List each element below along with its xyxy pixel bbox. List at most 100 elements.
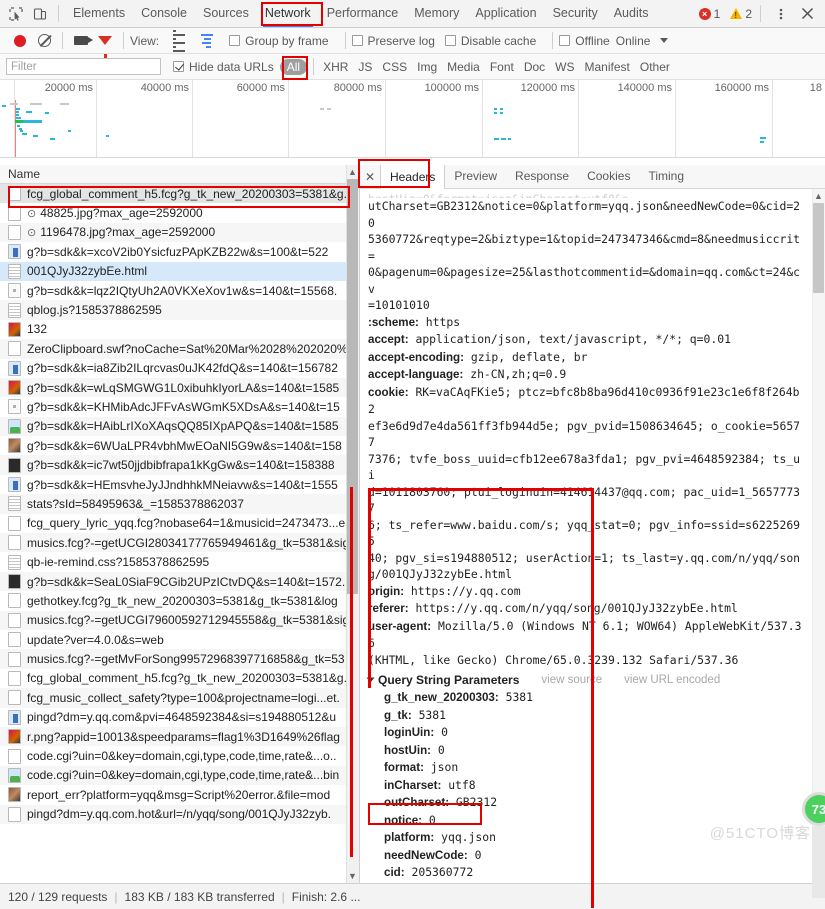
- group-by-frame-checkbox[interactable]: Group by frame: [229, 34, 338, 48]
- request-row[interactable]: g?b=sdk&k=SeaL0SiaF9CGib2UPzICtvDQ&s=140…: [0, 571, 359, 592]
- request-row[interactable]: musics.fcg?-=getUCGI79600592712945558&g_…: [0, 610, 359, 630]
- request-row[interactable]: g?b=sdk&k=lqz2IQtyUh2A0VKXeXov1w&s=140&t…: [0, 281, 359, 300]
- filter-type-js[interactable]: JS: [353, 60, 377, 74]
- filter-type-doc[interactable]: Doc: [519, 60, 550, 74]
- tab-sources[interactable]: Sources: [195, 0, 257, 27]
- tab-console[interactable]: Console: [133, 0, 195, 27]
- query-param-name: outCharset:: [384, 796, 450, 809]
- request-row[interactable]: r.png?appid=10013&speedparams=flag1%3D16…: [0, 726, 359, 747]
- request-list-scrollbar[interactable]: ▲ ▼: [346, 165, 359, 883]
- clear-button[interactable]: [32, 29, 56, 53]
- request-row[interactable]: g?b=sdk&k=HEmsvheJyJJndhhkMNeiavw&s=140&…: [0, 475, 359, 494]
- request-row[interactable]: fcg_global_comment_h5.fcg?g_tk_new_20200…: [0, 669, 359, 688]
- request-row[interactable]: code.cgi?uin=0&key=domain,cgi,type,code,…: [0, 765, 359, 786]
- chevron-down-icon[interactable]: [660, 38, 669, 43]
- request-row[interactable]: stats?sId=58495963&_=1585378862037: [0, 494, 359, 514]
- request-row[interactable]: ZeroClipboard.swf?noCache=Sat%20Mar%2028…: [0, 339, 359, 359]
- request-row[interactable]: g?b=sdk&k=xcoV2ib0YsicfuzPApKZB22w&s=100…: [0, 242, 359, 261]
- request-row[interactable]: fcg_music_collect_safety?type=100&projec…: [0, 688, 359, 708]
- filter-type-other[interactable]: Other: [635, 60, 675, 74]
- request-row[interactable]: pingd?dm=y.qq.com&pvi=4648592384&si=s194…: [0, 708, 359, 727]
- image-icon: [8, 418, 21, 434]
- tab-application[interactable]: Application: [467, 0, 544, 27]
- request-row[interactable]: g?b=sdk&k=KHMibAdcJFFvAsWGmK5XDsA&s=140&…: [0, 397, 359, 416]
- request-row[interactable]: pingd?dm=y.qq.com.hot&url=/n/yqq/song/00…: [0, 804, 359, 824]
- detail-tab-cookies[interactable]: Cookies: [578, 165, 639, 188]
- divider: [62, 32, 63, 49]
- request-row[interactable]: ⊙ 48825.jpg?max_age=2592000: [0, 203, 359, 222]
- scroll-up-arrow[interactable]: ▲: [347, 166, 358, 178]
- request-row[interactable]: update?ver=4.0.0&s=web: [0, 630, 359, 649]
- column-header-name[interactable]: Name: [0, 165, 359, 184]
- request-row[interactable]: code.cgi?uin=0&key=domain,cgi,type,code,…: [0, 746, 359, 765]
- tab-memory[interactable]: Memory: [406, 0, 467, 27]
- hide-data-urls-checkbox[interactable]: Hide data URLs: [173, 60, 278, 74]
- request-row[interactable]: g?b=sdk&k=ia8Zib2ILqrcvas0uJK42fdQ&s=140…: [0, 359, 359, 378]
- filter-type-manifest[interactable]: Manifest: [580, 60, 635, 74]
- overview-tick-3: 60000 ms: [237, 80, 289, 157]
- detail-scrollbar[interactable]: ▲ ▼: [812, 189, 825, 883]
- request-row[interactable]: g?b=sdk&k=HAibLrIXoXAqsQQ85IXpAPQ&s=140&…: [0, 416, 359, 437]
- scroll-up-arrow[interactable]: ▲: [813, 190, 824, 202]
- detail-tab-response[interactable]: Response: [506, 165, 578, 188]
- detail-tab-timing[interactable]: Timing: [639, 165, 693, 188]
- inspect-element-icon[interactable]: [4, 2, 28, 26]
- filter-input[interactable]: [6, 58, 161, 75]
- list-view-icon[interactable]: [167, 29, 191, 53]
- filter-type-font[interactable]: Font: [485, 60, 519, 74]
- request-row[interactable]: musics.fcg?-=getMvForSong995729683977168…: [0, 649, 359, 669]
- offline-checkbox[interactable]: Offline: [559, 34, 615, 48]
- request-name: qblog.js?1585378862595: [27, 303, 162, 318]
- request-row[interactable]: 132: [0, 320, 359, 339]
- filter-type-xhr[interactable]: XHR: [318, 60, 353, 74]
- view-url-encoded-link[interactable]: view URL encoded: [624, 674, 720, 686]
- tab-elements[interactable]: Elements: [65, 0, 133, 27]
- filter-type-all[interactable]: All: [279, 58, 308, 75]
- preserve-log-checkbox[interactable]: Preserve log: [351, 34, 445, 48]
- request-row[interactable]: fcg_global_comment_h5.fcg?g_tk_new_20200…: [0, 184, 359, 204]
- filter-type-ws[interactable]: WS: [550, 60, 579, 74]
- headers-body[interactable]: hostUin=0&format=json&inCharset=utf8&o u…: [360, 189, 825, 883]
- network-overview[interactable]: 20000 ms 40000 ms 60000 ms 80000 ms 1000…: [0, 80, 825, 158]
- detail-tab-headers[interactable]: Headers: [380, 164, 446, 189]
- request-row[interactable]: qb-ie-remind.css?1585378862595: [0, 552, 359, 571]
- close-detail-icon[interactable]: ✕: [360, 170, 380, 184]
- query-string-parameters-section[interactable]: Query String Parameters view source view…: [366, 673, 825, 687]
- close-icon[interactable]: [795, 2, 819, 26]
- request-row[interactable]: gethotkey.fcg?g_tk_new_20200303=5381&g_t…: [0, 591, 359, 610]
- filter-type-css[interactable]: CSS: [377, 60, 412, 74]
- view-source-link[interactable]: view source: [541, 674, 602, 686]
- request-row[interactable]: g?b=sdk&k=ic7wt50jjdbibfrapa1kKgGw&s=140…: [0, 455, 359, 475]
- request-row[interactable]: g?b=sdk&k=wLqSMGWG1L0xibuhkIyorLA&s=140&…: [0, 377, 359, 398]
- scroll-down-arrow[interactable]: ▼: [347, 870, 358, 882]
- device-toolbar-icon[interactable]: [28, 2, 52, 26]
- waterfall-view-icon[interactable]: [195, 29, 219, 53]
- request-row[interactable]: fcg_query_lyric_yqq.fcg?nobase64=1&music…: [0, 514, 359, 533]
- disable-cache-checkbox[interactable]: Disable cache: [444, 34, 546, 48]
- error-count[interactable]: × 1: [698, 7, 720, 21]
- tab-performance[interactable]: Performance: [319, 0, 407, 27]
- request-rows[interactable]: fcg_global_comment_h5.fcg?g_tk_new_20200…: [0, 184, 359, 883]
- filter-type-img[interactable]: Img: [412, 60, 442, 74]
- request-row[interactable]: report_err?platform=yqq&msg=Script%20err…: [0, 785, 359, 804]
- scrollbar-thumb[interactable]: [813, 203, 824, 293]
- filter-type-media[interactable]: Media: [442, 60, 485, 74]
- filter-icon[interactable]: [93, 29, 117, 58]
- request-row[interactable]: qblog.js?1585378862595: [0, 300, 359, 320]
- scrollbar-thumb[interactable]: [347, 179, 358, 594]
- request-row[interactable]: g?b=sdk&k=6WUaLPR4vbhMwEOaNI5G9w&s=140&t…: [0, 436, 359, 455]
- kebab-menu-icon[interactable]: [769, 2, 793, 26]
- tab-network[interactable]: Network: [257, 0, 319, 27]
- warning-count[interactable]: ! 2: [730, 7, 752, 21]
- query-param-value: json: [430, 760, 459, 774]
- request-row[interactable]: 001QJyJ32zybEe.html: [0, 261, 359, 281]
- tab-audits[interactable]: Audits: [606, 0, 657, 27]
- capture-screenshots-icon[interactable]: [69, 29, 93, 53]
- request-row[interactable]: ⊙ 1196478.jpg?max_age=2592000: [0, 222, 359, 243]
- request-row[interactable]: musics.fcg?-=getUCGI28034177765949461&g_…: [0, 533, 359, 553]
- online-label[interactable]: Online: [616, 34, 651, 48]
- tab-security[interactable]: Security: [545, 0, 606, 27]
- record-button[interactable]: [8, 29, 32, 53]
- detail-tab-preview[interactable]: Preview: [445, 165, 506, 188]
- request-name: g?b=sdk&k=KHMibAdcJFFvAsWGmK5XDsA&s=140&…: [27, 399, 340, 414]
